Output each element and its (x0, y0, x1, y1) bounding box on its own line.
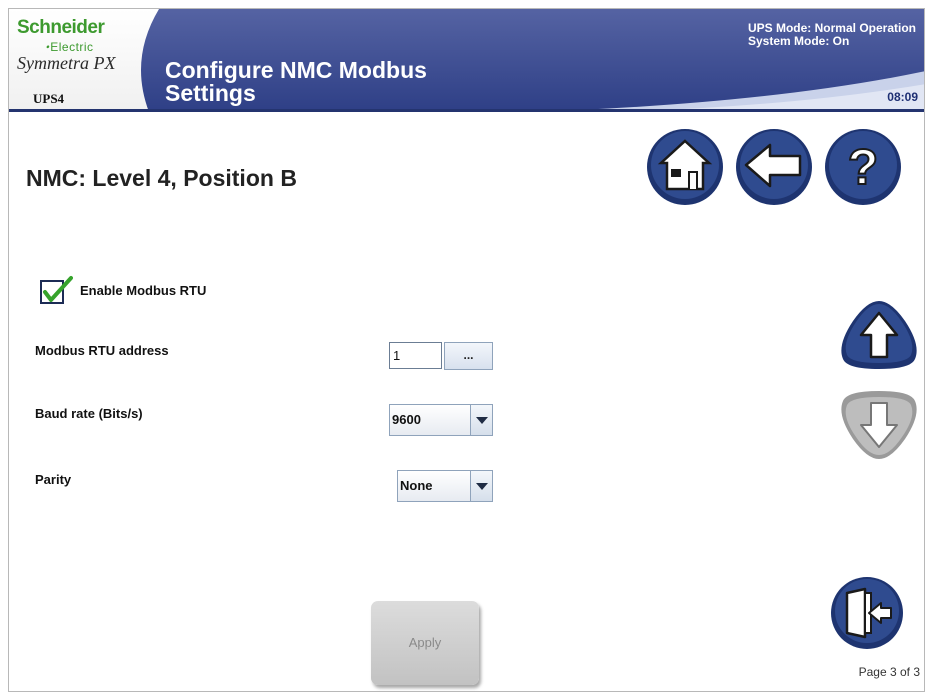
baud-rate-select[interactable]: 9600 (389, 404, 493, 436)
nmc-title: NMC: Level 4, Position B (26, 165, 297, 191)
apply-button: Apply (371, 601, 479, 685)
brand-name: Schneider (17, 17, 105, 38)
parity-label: Parity (35, 472, 72, 487)
product-name: Symmetra PX (17, 53, 116, 73)
scroll-up-button[interactable] (839, 299, 919, 371)
back-button[interactable] (734, 127, 814, 207)
leaf-icon: ꞏ (45, 40, 50, 54)
enable-modbus-checkbox[interactable] (39, 275, 73, 305)
header: Schneider ꞏElectric Symmetra PX UPS4 Con… (9, 9, 924, 112)
exit-door-icon (831, 577, 903, 649)
exit-button[interactable] (829, 575, 905, 651)
chevron-down-icon[interactable] (470, 471, 492, 501)
help-icon: ? (825, 129, 901, 205)
back-arrow-icon (736, 129, 812, 205)
page-indicator: Page 3 of 3 (858, 665, 920, 679)
svg-text:?: ? (848, 139, 879, 195)
home-button[interactable] (645, 127, 725, 207)
enable-modbus-row: Enable Modbus RTU (39, 275, 206, 305)
address-input[interactable] (389, 342, 442, 369)
system-mode: System Mode: On (747, 34, 850, 48)
checkmark-icon (40, 276, 73, 304)
brand-sub-text: Electric (50, 40, 94, 54)
status-block: UPS Mode: Normal Operation System Mode: … (748, 22, 916, 48)
baud-rate-label: Baud rate (Bits/s) (35, 406, 143, 421)
screen: Schneider ꞏElectric Symmetra PX UPS4 Con… (8, 8, 925, 692)
baud-rate-value: 9600 (390, 405, 470, 435)
up-arrow-icon (841, 301, 917, 369)
address-label: Modbus RTU address (35, 343, 169, 358)
parity-select[interactable]: None (397, 470, 493, 502)
clock: 08:09 (887, 90, 918, 104)
address-keypad-button[interactable]: ... (444, 342, 493, 370)
logo: Schneider ꞏElectric Symmetra PX UPS4 (9, 9, 147, 112)
chevron-down-icon[interactable] (470, 405, 492, 435)
parity-value: None (398, 471, 470, 501)
enable-modbus-label: Enable Modbus RTU (80, 282, 207, 298)
down-arrow-icon (841, 391, 917, 459)
device-name: UPS4 (33, 91, 65, 106)
page-title: Configure NMC Modbus Settings (165, 57, 427, 106)
scroll-down-button (839, 389, 919, 461)
home-icon (647, 129, 723, 205)
help-button[interactable]: ? (823, 127, 903, 207)
